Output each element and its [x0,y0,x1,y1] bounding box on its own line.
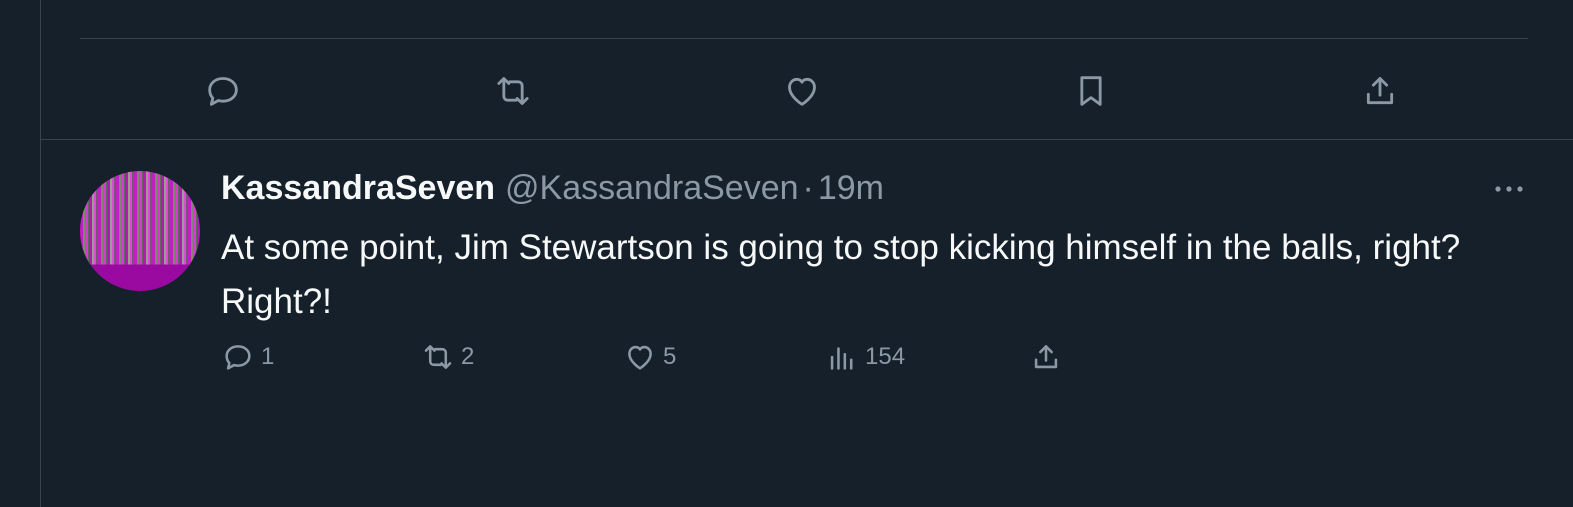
retweet-icon [424,345,452,369]
tweet[interactable]: KassandraSeven @KassandraSeven · 19m At … [41,141,1573,507]
timestamp[interactable]: 19m [818,168,884,208]
like-button[interactable] [782,71,822,111]
reply-icon [208,77,238,106]
share-button[interactable] [1360,71,1400,111]
share-button[interactable] [1029,337,1063,377]
share-icon [1034,345,1058,369]
bookmark-button[interactable] [1071,71,1111,111]
display-name[interactable]: KassandraSeven [221,168,495,208]
like-count: 5 [663,343,677,370]
bookmark-icon [1080,76,1102,106]
share-icon [1366,77,1394,105]
more-icon [1495,186,1523,192]
reply-button[interactable] [203,71,243,111]
user-handle[interactable]: @KassandraSeven [505,168,798,208]
timeline-page: KassandraSeven @KassandraSeven · 19m At … [0,0,1573,507]
retweet-count: 2 [461,343,475,370]
heart-icon [788,77,816,106]
tweet-action-bar [41,39,1573,140]
retweet-button[interactable]: 2 [421,337,474,377]
reply-icon [225,345,251,370]
views-button[interactable]: 154 [825,337,905,377]
reply-button[interactable]: 1 [221,337,274,377]
retweet-button[interactable] [493,71,533,111]
tweet-text: At some point, Jim Stewartson is going t… [221,228,1461,321]
avatar[interactable] [80,171,200,291]
tweet-header: KassandraSeven @KassandraSeven · 19m [221,168,884,208]
separator: · [802,169,814,207]
more-options-button[interactable] [1487,171,1531,207]
view-count: 154 [865,343,906,370]
reply-count: 1 [261,343,275,370]
tweet-actions: 1 2 5 154 [221,337,1121,377]
heart-icon [628,345,652,370]
analytics-icon [830,347,853,370]
retweet-icon [497,77,529,105]
like-button[interactable]: 5 [623,337,676,377]
